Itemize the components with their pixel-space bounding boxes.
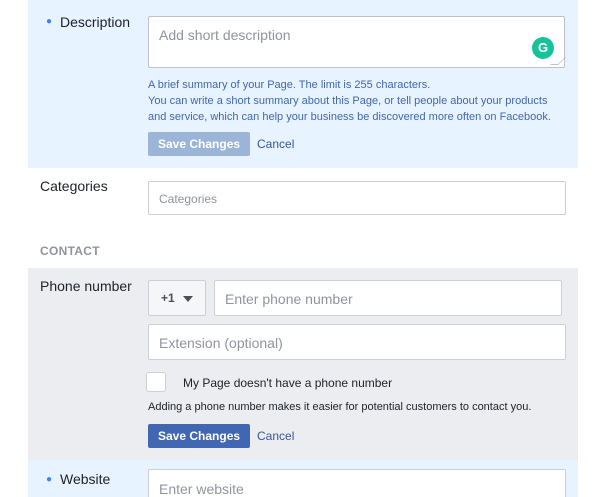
description-section: ● Description Add short description G A … (28, 0, 578, 168)
bullet-icon: ● (46, 16, 53, 27)
categories-placeholder: Categories (159, 192, 218, 206)
website-placeholder: Enter website (159, 481, 244, 497)
country-code: +1 (161, 291, 175, 305)
description-help-3: and service, which can help your busines… (148, 111, 551, 123)
categories-input[interactable]: Categories (148, 181, 566, 215)
description-textarea[interactable]: Add short description G (148, 16, 566, 68)
website-input[interactable]: Enter website (148, 469, 566, 497)
phone-placeholder: Enter phone number (225, 291, 353, 307)
categories-section: Categories Categories (28, 168, 578, 232)
caret-down-icon (183, 296, 193, 302)
description-help-2: You can write a short summary about this… (148, 95, 548, 107)
bullet-icon: ● (46, 474, 53, 485)
extension-placeholder: Extension (optional) (159, 335, 283, 351)
phone-label: Phone number (40, 278, 132, 294)
extension-input[interactable]: Extension (optional) (148, 324, 566, 360)
description-placeholder: Add short description (159, 27, 291, 43)
contact-heading: CONTACT (40, 244, 100, 258)
categories-label: Categories (40, 178, 108, 194)
contact-header-section: CONTACT (28, 232, 578, 268)
phone-input[interactable]: Enter phone number (214, 280, 562, 316)
grammarly-icon[interactable]: G (532, 37, 554, 59)
description-label: Description (60, 14, 131, 30)
no-phone-checkbox[interactable] (146, 372, 166, 392)
description-cancel-button[interactable]: Cancel (257, 132, 294, 156)
phone-help: Adding a phone number makes it easier fo… (148, 401, 532, 413)
phone-save-button[interactable]: Save Changes (148, 424, 251, 448)
phone-cancel-button[interactable]: Cancel (257, 424, 294, 448)
country-code-dropdown[interactable]: +1 (148, 280, 206, 316)
description-save-button[interactable]: Save Changes (148, 132, 251, 156)
website-label: Website (60, 471, 111, 487)
no-phone-label: My Page doesn't have a phone number (183, 376, 393, 390)
phone-section: Phone number +1 Enter phone number Exten… (28, 268, 578, 460)
resize-handle-icon[interactable] (550, 57, 566, 65)
description-help-1: A brief summary of your Page. The limit … (148, 79, 431, 91)
website-section: ● Website Enter website (28, 460, 578, 497)
